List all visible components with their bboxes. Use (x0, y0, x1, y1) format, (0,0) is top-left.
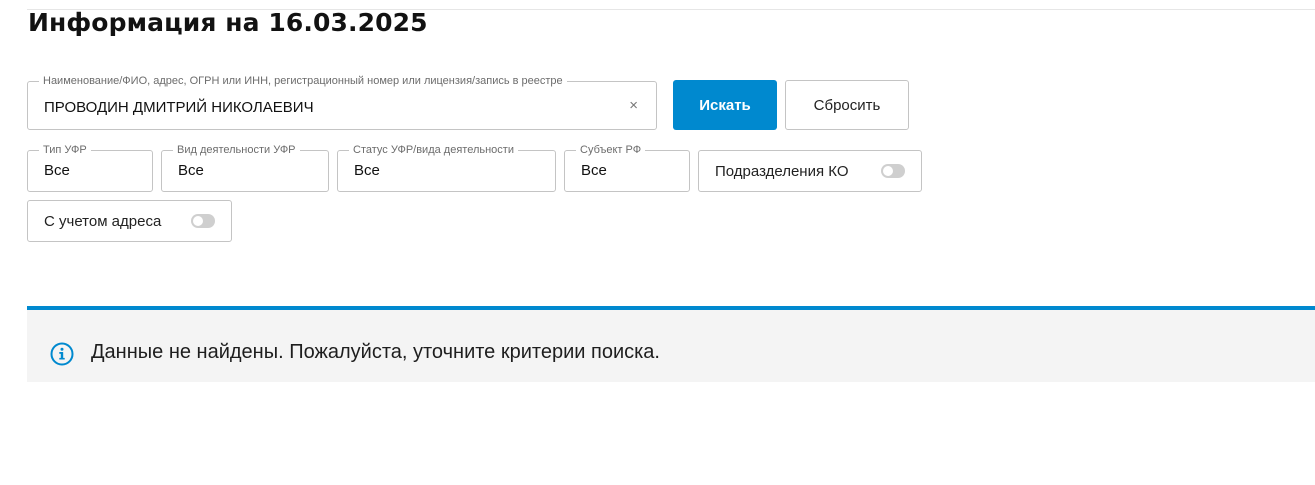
filter-subject-select[interactable]: Субъект РФ Все (564, 144, 690, 192)
search-field-label: Наименование/ФИО, адрес, ОГРН или ИНН, р… (39, 75, 567, 87)
filter-type-select[interactable]: Тип УФР Все (27, 144, 153, 192)
filter-status-select[interactable]: Статус УФР/вида деятельности Все (337, 144, 556, 192)
with-address-toggle[interactable]: С учетом адреса (27, 200, 232, 242)
clear-icon[interactable]: × (629, 98, 638, 114)
filter-type-label: Тип УФР (39, 144, 91, 156)
ko-divisions-label: Подразделения КО (715, 163, 849, 180)
filter-activity-value: Все (178, 162, 204, 179)
ko-divisions-toggle[interactable]: Подразделения КО (698, 150, 922, 192)
filter-status-value: Все (354, 162, 380, 179)
info-icon (50, 342, 74, 366)
filter-activity-select[interactable]: Вид деятельности УФР Все (161, 144, 329, 192)
reset-button[interactable]: Сбросить (785, 80, 909, 130)
with-address-label: С учетом адреса (44, 213, 162, 230)
search-button[interactable]: Искать (673, 80, 777, 130)
notice-text: Данные не найдены. Пожалуйста, уточните … (91, 341, 660, 363)
filter-status-label: Статус УФР/вида деятельности (349, 144, 518, 156)
filter-type-value: Все (44, 162, 70, 179)
search-input[interactable]: ПРОВОДИН ДМИТРИЙ НИКОЛАЕВИЧ (44, 99, 314, 116)
no-results-notice: Данные не найдены. Пожалуйста, уточните … (27, 306, 1315, 382)
search-field[interactable]: Наименование/ФИО, адрес, ОГРН или ИНН, р… (27, 75, 657, 130)
ko-divisions-switch[interactable] (881, 164, 905, 178)
filter-subject-label: Субъект РФ (576, 144, 646, 156)
filter-subject-value: Все (581, 162, 607, 179)
filter-activity-label: Вид деятельности УФР (173, 144, 300, 156)
with-address-switch[interactable] (191, 214, 215, 228)
page-title: Информация на 16.03.2025 (28, 8, 428, 37)
